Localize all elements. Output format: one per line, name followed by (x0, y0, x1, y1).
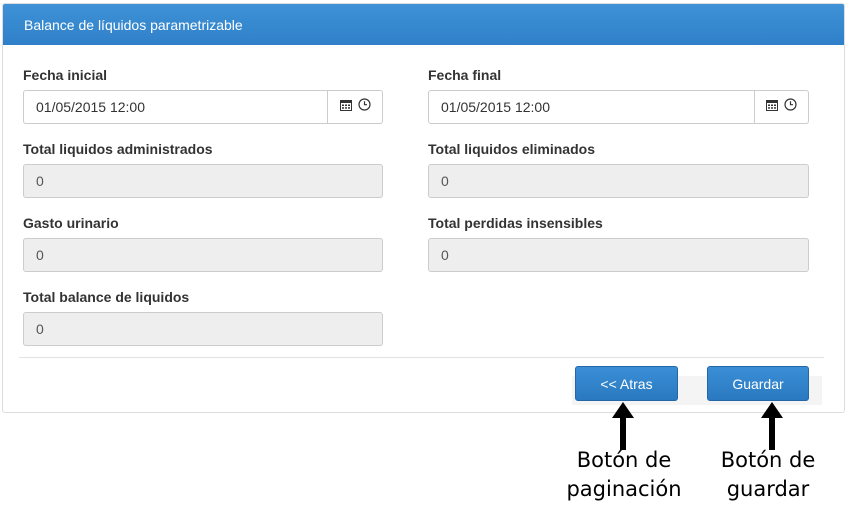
calendar-icon[interactable] (339, 98, 352, 116)
back-button[interactable]: << Atras (575, 366, 678, 401)
total-administrados-field: 0 (23, 164, 383, 198)
total-eliminados-field: 0 (428, 164, 809, 198)
fecha-inicial-input[interactable]: 01/05/2015 12:00 (23, 90, 328, 124)
total-administrados-label: Total liquidos administrados (23, 141, 213, 157)
balance-panel: Balance de líquidos parametrizable (2, 3, 845, 413)
fecha-inicial-label: Fecha inicial (23, 67, 108, 83)
total-balance-field: 0 (23, 312, 383, 346)
clock-icon[interactable] (784, 98, 797, 116)
fecha-final-input[interactable]: 01/05/2015 12:00 (428, 90, 755, 124)
fecha-inicial-picker[interactable] (327, 90, 383, 124)
calendar-icon[interactable] (766, 98, 778, 116)
gasto-urinario-label: Gasto urinario (23, 215, 119, 231)
panel-header: Balance de líquidos parametrizable (3, 4, 844, 45)
fecha-final-label: Fecha final (428, 67, 502, 83)
total-perdidas-field: 0 (428, 238, 809, 272)
pagination-annotation-line2: paginación (566, 477, 682, 501)
gasto-urinario-field: 0 (23, 238, 383, 272)
save-annotation: Botón de guardar (708, 446, 828, 504)
save-button[interactable]: Guardar (707, 366, 809, 401)
clock-icon[interactable] (357, 98, 371, 116)
pagination-annotation: Botón de paginación (540, 446, 708, 504)
fecha-final-picker[interactable] (754, 90, 809, 124)
arrow-up-icon (761, 402, 783, 450)
arrow-up-icon (612, 402, 634, 450)
total-balance-label: Total balance de liquidos (23, 289, 190, 305)
panel-title: Balance de líquidos parametrizable (24, 17, 243, 33)
total-eliminados-label: Total liquidos eliminados (428, 141, 595, 157)
pagination-annotation-line1: Botón de (576, 448, 672, 472)
total-perdidas-label: Total perdidas insensibles (428, 215, 603, 231)
save-annotation-line2: guardar (726, 477, 810, 501)
footer-divider (19, 357, 824, 358)
save-annotation-line1: Botón de (720, 448, 816, 472)
